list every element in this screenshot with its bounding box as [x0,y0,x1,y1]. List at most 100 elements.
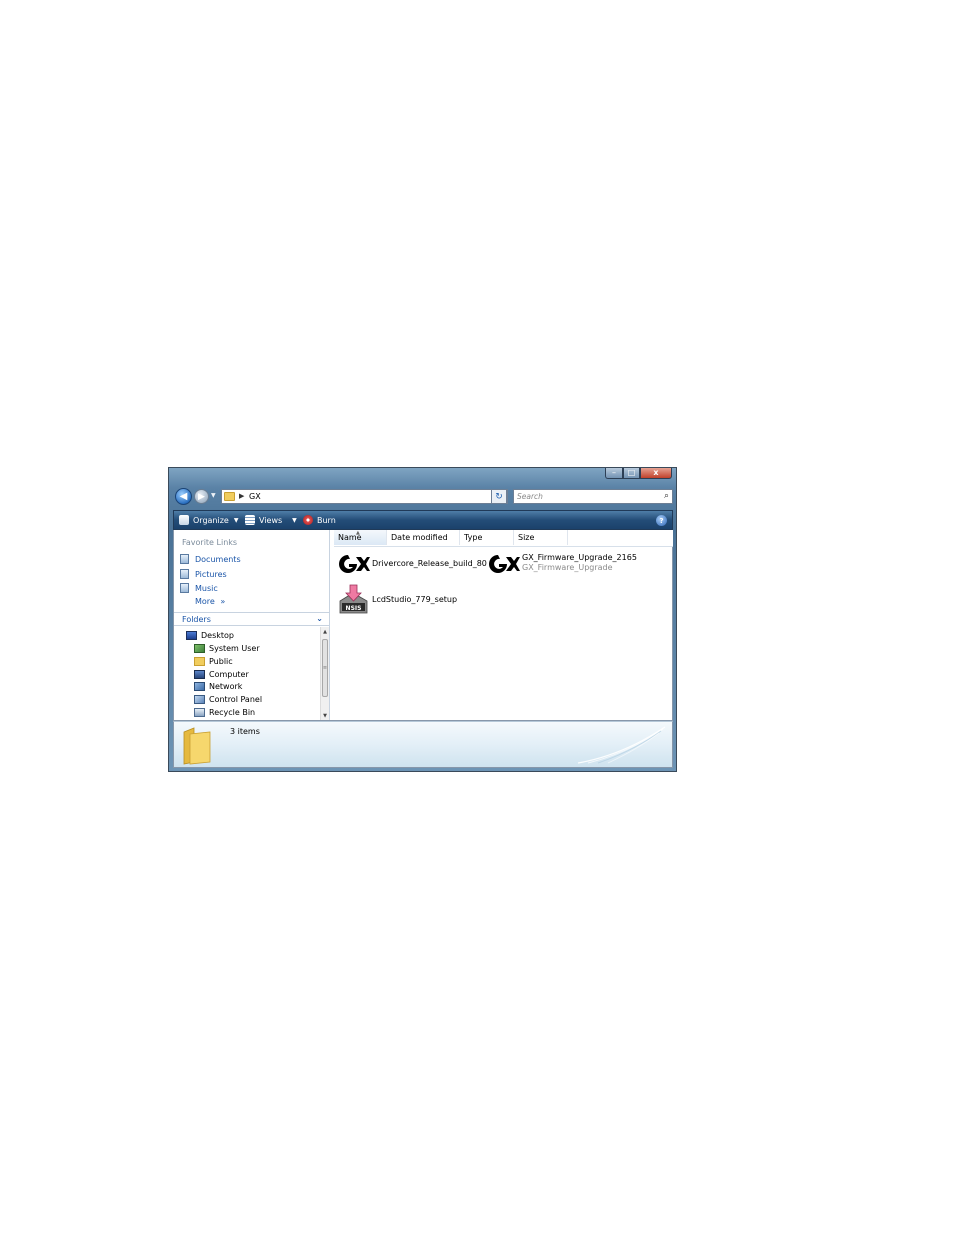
tree-item-recycle-bin[interactable]: Recycle Bin [194,706,255,718]
tree-item-desktop[interactable]: Desktop [186,629,234,641]
chevron-down-icon[interactable]: ⌄ [316,614,323,623]
favorite-pictures[interactable]: Pictures [180,568,227,580]
window-controls: – □ x [605,468,672,479]
address-row: ◀ ▶ ▼ ▶ GX ▼ ↻ ⌕ [173,487,673,507]
svg-text:NSIS: NSIS [346,605,362,612]
minimize-button[interactable]: – [605,468,623,479]
favorite-documents[interactable]: Documents [180,553,241,565]
file-item[interactable]: Drivercore_Release_build_80 [337,553,487,575]
forward-arrow-icon: ▶ [198,491,205,502]
favorite-label: Pictures [195,569,227,579]
music-icon [180,583,189,593]
item-count: 3 items [230,727,260,736]
close-button[interactable]: x [640,468,672,479]
tree-label: Recycle Bin [209,707,256,717]
tree-item-system-user[interactable]: System User [194,642,260,654]
views-icon [245,515,255,525]
details-pane: 3 items [173,721,673,768]
favorite-label: Documents [195,554,241,564]
forward-button[interactable]: ▶ [194,489,209,504]
gx-logo-icon [339,555,370,573]
recycle-bin-icon [194,707,205,717]
column-name[interactable]: ▲ Name [334,530,387,545]
favorite-music[interactable]: Music [180,582,218,594]
burn-label: Burn [317,515,336,525]
views-button[interactable]: Views ▼ [245,511,297,529]
favorite-links-heading: Favorite Links [182,538,238,547]
tree-label: Control Panel [209,694,263,704]
burn-button[interactable]: Burn [303,511,336,529]
file-name: LcdStudio_779_setup [372,595,458,604]
decorative-swoosh [577,726,666,764]
tree-item-network[interactable]: Network [194,680,242,692]
search-input[interactable] [514,490,652,502]
column-size[interactable]: Size [514,530,568,545]
double-chevron-icon: » [220,597,226,606]
folder-icon [224,492,235,501]
title-bar[interactable]: – □ x [169,468,676,484]
file-item[interactable]: GX_Firmware_Upgrade_2165 GX_Firmware_Upg… [487,553,667,575]
views-label: Views [259,515,283,525]
recent-pages-dropdown[interactable]: ▼ [211,492,219,502]
navigation-pane: Favorite Links Documents Pictures Music … [174,530,330,720]
explorer-body: Favorite Links Documents Pictures Music … [173,530,673,721]
file-name: GX_Firmware_Upgrade_2165 [522,553,637,562]
file-list-pane: ▲ Name Date modified Type Size Drivercor… [334,530,673,720]
back-button[interactable]: ◀ [175,488,192,505]
back-arrow-icon: ◀ [179,491,188,502]
more-label: More [195,597,215,606]
tree-item-computer[interactable]: Computer [194,668,249,680]
scroll-down-icon[interactable]: ▼ [321,711,329,720]
scroll-thumb[interactable]: ≡ [322,639,328,697]
explorer-window: – □ x ◀ ▶ ▼ ▶ GX ▼ ↻ ⌕ Organize ▼ Views … [168,467,677,772]
sort-arrow-icon: ▲ [356,530,360,536]
chevron-down-icon: ▼ [211,492,216,499]
column-date-modified[interactable]: Date modified [387,530,460,545]
tree-label: Network [209,681,243,691]
organize-label: Organize [193,515,229,525]
tree-label: Computer [209,669,249,679]
help-icon[interactable]: ? [656,515,667,526]
column-headers: ▲ Name Date modified Type Size [334,530,673,547]
chevron-down-icon: ▼ [233,516,239,524]
desktop-icon [186,630,197,640]
folder-icon [183,727,211,765]
tree-label: Desktop [201,630,234,640]
user-folder-icon [194,643,205,653]
pictures-icon [180,569,189,579]
tree-item-control-panel[interactable]: Control Panel [194,693,262,705]
maximize-button[interactable]: □ [623,468,640,479]
tree-label: Public [209,656,233,666]
organize-button[interactable]: Organize ▼ [179,511,238,529]
command-bar: Organize ▼ Views ▼ Burn ? [173,510,673,530]
breadcrumb-arrow-icon[interactable]: ▶ [239,490,244,503]
folders-heading: Folders [182,615,211,624]
column-label: Type [464,533,483,542]
favorite-label: Music [195,583,218,593]
organize-icon [179,515,189,525]
column-label: Size [518,533,535,542]
tree-item-public[interactable]: Public [194,655,233,667]
search-box[interactable]: ⌕ [513,489,673,504]
search-icon[interactable]: ⌕ [664,491,669,501]
gx-logo-icon [489,555,520,573]
installer-icon: NSIS [339,584,368,614]
scroll-up-icon[interactable]: ▲ [321,627,329,636]
chevron-down-icon: ▼ [292,516,297,524]
file-item[interactable]: NSIS LcdStudio_779_setup [337,583,482,617]
file-description: GX_Firmware_Upgrade [522,563,613,572]
folder-tree-scrollbar[interactable]: ▲ ≡ ▼ [320,627,329,720]
computer-icon [194,669,205,679]
file-name: Drivercore_Release_build_80 [372,559,487,568]
folder-icon [194,656,205,666]
folders-header[interactable]: Folders ⌄ [174,612,329,626]
network-icon [194,681,205,691]
address-bar[interactable]: ▶ GX ▼ [221,489,508,504]
breadcrumb-gx[interactable]: GX [249,490,261,503]
tree-label: System User [209,643,260,653]
refresh-icon: ↻ [495,491,503,502]
column-type[interactable]: Type [460,530,514,545]
more-links[interactable]: More » [195,597,225,606]
refresh-button[interactable]: ↻ [491,489,507,504]
folder-tree: Desktop System User Public Computer Netw… [174,627,319,721]
